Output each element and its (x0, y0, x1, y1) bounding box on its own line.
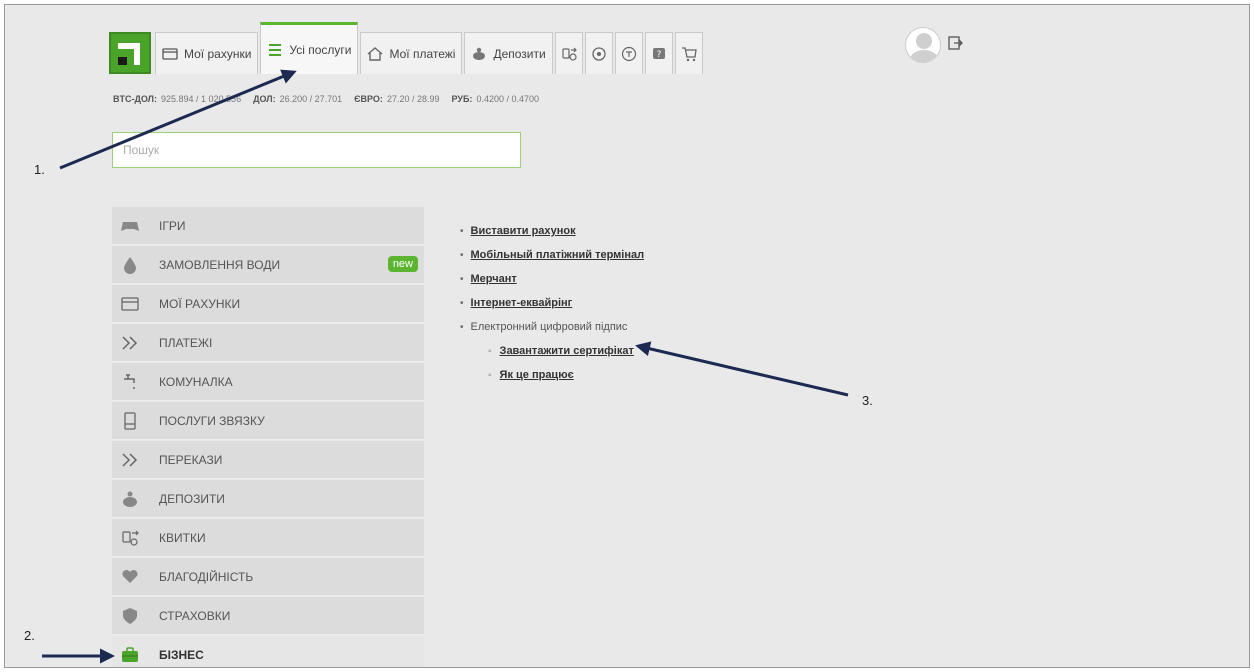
annotation-label-3: 3. (862, 393, 873, 408)
arrow-3 (635, 341, 849, 397)
annotation-label-2: 2. (24, 628, 35, 643)
annotation-label-1: 1. (34, 162, 45, 177)
arrow-1 (59, 69, 297, 170)
annotation-arrows (42, 69, 849, 664)
